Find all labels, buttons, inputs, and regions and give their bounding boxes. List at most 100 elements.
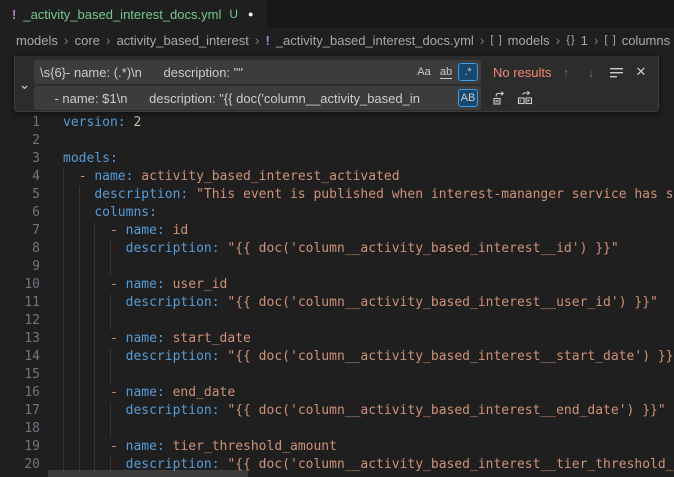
match-case-toggle[interactable]: Aa [414,63,434,81]
code-lines: 1 version: 2 23models:4 - name: activity_b… [0,114,674,474]
horizontal-scrollbar[interactable] [48,470,248,477]
breadcrumb: models › core › activity_based_interest … [0,28,674,52]
chevron-right-icon: › [64,32,69,48]
symbol-array-icon: [ ] [605,34,617,46]
code-line[interactable]: 19 - name: tier_threshold_amount [0,438,674,456]
find-row: Aa ab .* No results ↑ ↓ [34,60,652,84]
replace-all-icon [517,90,533,106]
tab-activity-based-interest-docs[interactable]: ! _activity_based_interest_docs.yml U ● [0,0,267,28]
code-line[interactable]: 10 - name: user_id [0,276,674,294]
line-number: 7 [0,222,40,240]
replace-all-button[interactable] [514,87,536,109]
git-untracked-badge: U [229,7,238,21]
toggle-replace-chevron-icon[interactable]: ⌄ [15,56,34,112]
vscode-window: ! _activity_based_interest_docs.yml U ● … [0,0,674,477]
yaml-file-icon: ! [265,33,269,48]
breadcrumb-item-symbol-models[interactable]: [ ] models [491,33,550,48]
preserve-case-toggle[interactable]: AB [458,89,478,107]
chevron-right-icon: › [594,32,599,48]
code-text: - name: id [63,222,188,240]
line-number: 2 [0,132,40,150]
code-line[interactable]: 3models: [0,150,674,168]
line-number: 16 [0,384,40,402]
replace-icon [492,90,508,106]
code-text: description: "{{ doc('column__activity_b… [63,294,658,312]
yaml-file-icon: ! [12,7,16,22]
code-text: - name: end_date [63,384,235,402]
line-number: 11 [0,294,40,312]
breadcrumb-item-core[interactable]: core [75,33,100,48]
chevron-right-icon: › [556,32,561,48]
code-text: description: "{{ doc('column__activity_b… [63,348,674,366]
find-results-status: No results [493,65,552,80]
previous-match-button[interactable]: ↑ [555,61,577,83]
code-line[interactable]: 7 - name: id [0,222,674,240]
line-number: 18 [0,420,40,438]
breadcrumb-file-label: _activity_based_interest_docs.yml [276,33,474,48]
line-number: 6 [0,204,40,222]
code-line[interactable]: 14 description: "{{ doc('column__activit… [0,348,674,366]
line-number: 19 [0,438,40,456]
code-line[interactable]: 8 description: "{{ doc('column__activity… [0,240,674,258]
code-text: - name: tier_threshold_amount [63,438,337,456]
match-case-icon: Aa [417,66,430,78]
symbol-object-icon: {} [566,34,575,46]
line-number: 1 [0,114,40,132]
tab-filename: _activity_based_interest_docs.yml [23,7,221,22]
editor[interactable]: 1 version: 2 23models:4 - name: activity_b… [0,52,674,477]
breadcrumb-symbol-label: 1 [581,33,588,48]
code-text: description: "{{ doc('column__activity_b… [63,240,619,258]
breadcrumb-item-symbol-1[interactable]: {} 1 [566,33,588,48]
preserve-case-icon: AB [461,92,476,104]
code-text: version: 2 [63,114,141,132]
line-number: 14 [0,348,40,366]
breadcrumb-symbol-label: columns [622,33,670,48]
symbol-array-icon: [ ] [491,34,503,46]
breadcrumb-item-file[interactable]: ! _activity_based_interest_docs.yml [265,33,473,48]
next-match-button[interactable]: ↓ [580,61,602,83]
line-number: 9 [0,258,40,276]
whole-word-icon: ab [440,66,452,79]
code-line[interactable]: 12 [0,312,674,330]
replace-row: AB [34,86,652,110]
code-line[interactable]: 2 [0,132,674,150]
code-line[interactable]: 1 version: 2 [0,114,674,132]
line-number: 10 [0,276,40,294]
regex-icon: .* [464,66,471,78]
breadcrumb-item-models[interactable]: models [16,33,58,48]
line-number: 3 [0,150,40,168]
replace-button[interactable] [489,87,511,109]
code-line[interactable]: 15 [0,366,674,384]
chevron-right-icon: › [106,32,111,48]
chevron-right-icon: › [255,32,260,48]
code-line[interactable]: 6 columns: [0,204,674,222]
breadcrumb-item-activity-based-interest[interactable]: activity_based_interest [117,33,249,48]
line-number: 4 [0,168,40,186]
breadcrumb-item-symbol-columns[interactable]: [ ] columns [605,33,671,48]
breadcrumb-symbol-label: models [508,33,550,48]
code-text: description: "This event is published wh… [63,186,674,204]
code-text: - name: start_date [63,330,251,348]
code-line[interactable]: 16 - name: end_date [0,384,674,402]
tab-bar: ! _activity_based_interest_docs.yml U ● [0,0,674,28]
regex-toggle[interactable]: .* [458,63,478,81]
dirty-indicator-icon[interactable]: ● [248,9,253,19]
find-widget: ⌄ Aa ab .* No results ↑ ↓ [14,56,659,112]
code-line[interactable]: 18 [0,420,674,438]
replace-input[interactable] [34,86,481,110]
code-line[interactable]: 4 - name: activity_based_interest_activa… [0,168,674,186]
code-text: - name: user_id [63,276,227,294]
code-line[interactable]: 11 description: "{{ doc('column__activit… [0,294,674,312]
code-line[interactable]: 13 - name: start_date [0,330,674,348]
close-find-widget-button[interactable]: ✕ [630,61,652,83]
find-in-selection-button[interactable] [605,61,627,83]
code-line[interactable]: 9 [0,258,674,276]
code-text: columns: [63,204,157,222]
code-line[interactable]: 5 description: "This event is published … [0,186,674,204]
line-number: 20 [0,456,40,474]
chevron-right-icon: › [480,32,485,48]
line-number: 13 [0,330,40,348]
whole-word-toggle[interactable]: ab [436,63,456,81]
selection-find-icon [609,65,624,80]
code-line[interactable]: 17 description: "{{ doc('column__activit… [0,402,674,420]
